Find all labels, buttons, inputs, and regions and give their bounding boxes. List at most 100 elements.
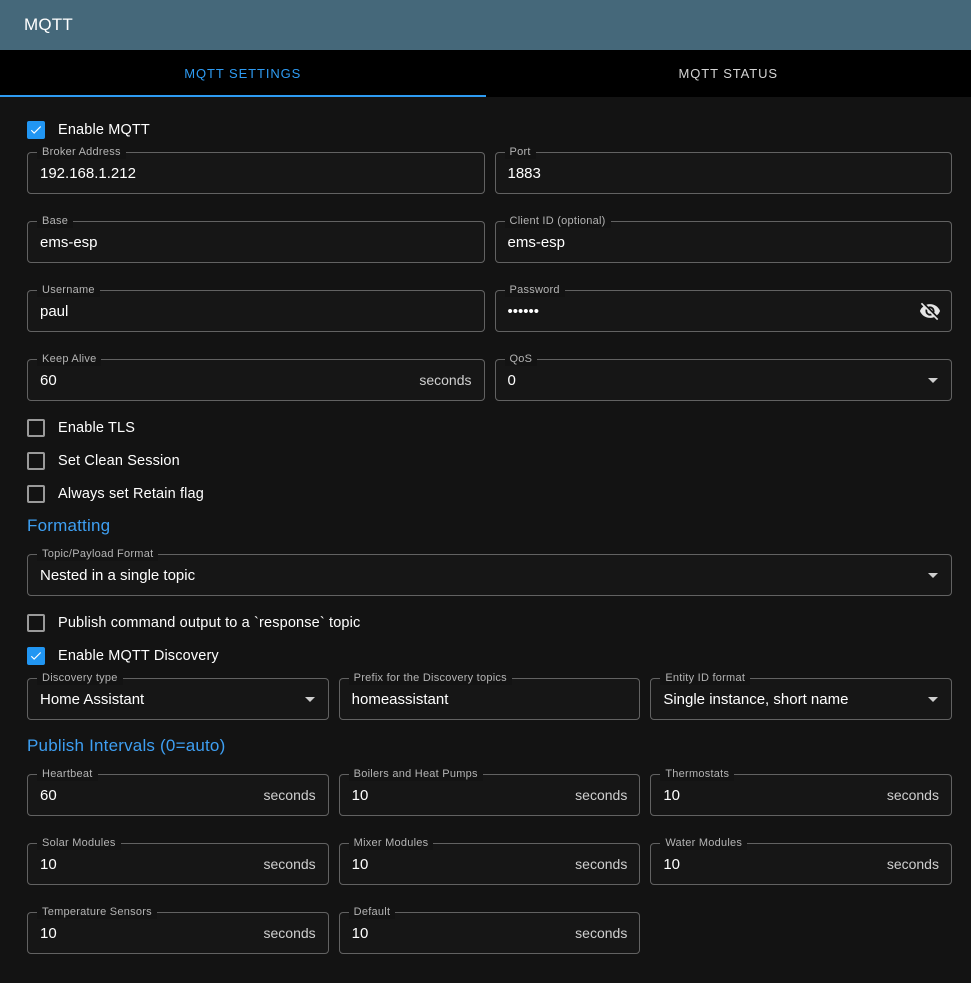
enable-tls-label: Enable TLS — [58, 420, 135, 436]
water-modules-input[interactable] — [651, 844, 887, 884]
thermostats-input[interactable] — [651, 775, 887, 815]
retain-flag-checkbox[interactable]: Always set Retain flag — [27, 483, 952, 505]
base-input[interactable] — [28, 222, 484, 262]
heartbeat-input[interactable] — [28, 775, 264, 815]
page-title: MQTT — [24, 15, 73, 35]
username-field: Username — [27, 290, 485, 332]
seconds-suffix: seconds — [264, 787, 328, 803]
client-id-label: Client ID (optional) — [505, 215, 611, 228]
seconds-suffix: seconds — [575, 787, 639, 803]
mixer-modules-field: Mixer Modules seconds — [339, 843, 641, 885]
dropdown-arrow-icon — [928, 697, 938, 702]
intervals-row-2: Solar Modules seconds Mixer Modules seco… — [27, 843, 952, 885]
solar-modules-input[interactable] — [28, 844, 264, 884]
topic-format-label: Topic/Payload Format — [37, 548, 158, 561]
seconds-suffix: seconds — [887, 856, 951, 872]
client-id-input[interactable] — [496, 222, 952, 262]
heartbeat-label: Heartbeat — [37, 768, 98, 781]
heartbeat-field: Heartbeat seconds — [27, 774, 329, 816]
enable-mqtt-checkbox[interactable]: Enable MQTT — [27, 119, 952, 141]
checkbox-unchecked-icon — [27, 452, 45, 470]
username-input[interactable] — [28, 291, 484, 331]
keepalive-qos-row: Keep Alive seconds QoS 0 — [27, 359, 952, 401]
temperature-sensors-field: Temperature Sensors seconds — [27, 912, 329, 954]
thermostats-label: Thermostats — [660, 768, 734, 781]
entity-id-format-value: Single instance, short name — [651, 691, 928, 708]
dropdown-arrow-icon — [305, 697, 315, 702]
enable-discovery-checkbox[interactable]: Enable MQTT Discovery — [27, 645, 952, 667]
enable-mqtt-label: Enable MQTT — [58, 122, 150, 138]
intervals-row-1: Heartbeat seconds Boilers and Heat Pumps… — [27, 774, 952, 816]
dropdown-arrow-icon — [928, 573, 938, 578]
broker-address-label: Broker Address — [37, 146, 126, 159]
keep-alive-label: Keep Alive — [37, 353, 101, 366]
enable-discovery-label: Enable MQTT Discovery — [58, 648, 219, 664]
discovery-row: Discovery type Home Assistant Prefix for… — [27, 678, 952, 720]
boilers-field: Boilers and Heat Pumps seconds — [339, 774, 641, 816]
mixer-modules-label: Mixer Modules — [349, 837, 434, 850]
retain-flag-label: Always set Retain flag — [58, 486, 204, 502]
port-input[interactable] — [496, 153, 952, 193]
temperature-sensors-input[interactable] — [28, 913, 264, 953]
dropdown-arrow-icon — [928, 378, 938, 383]
seconds-suffix: seconds — [419, 372, 483, 388]
boilers-input[interactable] — [340, 775, 576, 815]
password-field: Password — [495, 290, 953, 332]
broker-address-input[interactable] — [28, 153, 484, 193]
broker-address-field: Broker Address — [27, 152, 485, 194]
solar-modules-field: Solar Modules seconds — [27, 843, 329, 885]
checkbox-checked-icon — [27, 647, 45, 665]
visibility-off-icon[interactable] — [919, 300, 941, 322]
seconds-suffix: seconds — [575, 856, 639, 872]
entity-id-format-label: Entity ID format — [660, 672, 750, 685]
clean-session-label: Set Clean Session — [58, 453, 180, 469]
tab-mqtt-status[interactable]: MQTT STATUS — [486, 50, 971, 97]
solar-modules-label: Solar Modules — [37, 837, 121, 850]
qos-label: QoS — [505, 353, 538, 366]
clean-session-checkbox[interactable]: Set Clean Session — [27, 450, 952, 472]
temperature-sensors-label: Temperature Sensors — [37, 906, 157, 919]
mqtt-settings-form: Enable MQTT Broker Address Port Base Cli… — [0, 97, 971, 964]
discovery-type-value: Home Assistant — [28, 691, 305, 708]
seconds-suffix: seconds — [887, 787, 951, 803]
checkbox-checked-icon — [27, 121, 45, 139]
password-label: Password — [505, 284, 565, 297]
client-id-field: Client ID (optional) — [495, 221, 953, 263]
topic-format-value: Nested in a single topic — [28, 567, 928, 584]
boilers-label: Boilers and Heat Pumps — [349, 768, 483, 781]
topic-format-row: Topic/Payload Format Nested in a single … — [27, 554, 952, 596]
publish-response-checkbox[interactable]: Publish command output to a `response` t… — [27, 612, 952, 634]
username-label: Username — [37, 284, 100, 297]
broker-port-row: Broker Address Port — [27, 152, 952, 194]
intervals-row-3: Temperature Sensors seconds Default seco… — [27, 912, 952, 954]
topic-format-select[interactable]: Topic/Payload Format Nested in a single … — [27, 554, 952, 596]
entity-id-format-select[interactable]: Entity ID format Single instance, short … — [650, 678, 952, 720]
keep-alive-input[interactable] — [28, 360, 419, 400]
water-modules-label: Water Modules — [660, 837, 747, 850]
discovery-prefix-field: Prefix for the Discovery topics — [339, 678, 641, 720]
app-header: MQTT — [0, 0, 971, 50]
port-label: Port — [505, 146, 536, 159]
default-interval-field: Default seconds — [339, 912, 641, 954]
discovery-type-select[interactable]: Discovery type Home Assistant — [27, 678, 329, 720]
checkbox-unchecked-icon — [27, 614, 45, 632]
publish-intervals-heading: Publish Intervals (0=auto) — [27, 736, 952, 756]
default-interval-input[interactable] — [340, 913, 576, 953]
enable-tls-checkbox[interactable]: Enable TLS — [27, 417, 952, 439]
checkbox-unchecked-icon — [27, 485, 45, 503]
password-input[interactable] — [496, 291, 920, 331]
mixer-modules-input[interactable] — [340, 844, 576, 884]
empty-cell — [650, 912, 952, 954]
water-modules-field: Water Modules seconds — [650, 843, 952, 885]
tab-mqtt-settings[interactable]: MQTT SETTINGS — [0, 50, 486, 97]
tab-bar: MQTT SETTINGS MQTT STATUS — [0, 50, 971, 97]
discovery-prefix-input[interactable] — [340, 679, 640, 719]
checkbox-unchecked-icon — [27, 419, 45, 437]
seconds-suffix: seconds — [264, 856, 328, 872]
qos-value: 0 — [496, 372, 929, 389]
qos-select[interactable]: QoS 0 — [495, 359, 953, 401]
discovery-type-label: Discovery type — [37, 672, 123, 685]
default-interval-label: Default — [349, 906, 396, 919]
base-label: Base — [37, 215, 73, 228]
keep-alive-field: Keep Alive seconds — [27, 359, 485, 401]
